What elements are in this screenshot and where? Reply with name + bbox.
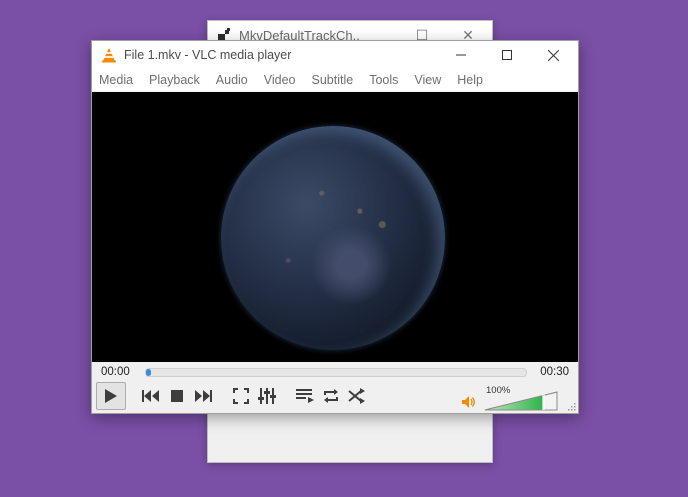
- loop-icon: [324, 389, 338, 403]
- close-button[interactable]: [530, 41, 576, 69]
- speaker-icon[interactable]: [462, 396, 476, 408]
- volume-knob[interactable]: [542, 394, 545, 410]
- vlc-window: File 1.mkv - VLC media player Media Play…: [91, 40, 579, 414]
- vlc-cone-icon: [102, 48, 116, 63]
- menu-playback[interactable]: Playback: [149, 73, 200, 87]
- next-icon: [195, 390, 212, 402]
- fullscreen-icon: [233, 388, 249, 404]
- video-area[interactable]: [92, 92, 578, 362]
- elapsed-time: 00:00: [101, 366, 130, 378]
- time-bar: 00:00 00:30: [92, 362, 578, 382]
- playlist-button[interactable]: [293, 384, 317, 408]
- next-button[interactable]: [191, 384, 215, 408]
- extended-settings-button[interactable]: [255, 384, 279, 408]
- maximize-button[interactable]: [484, 41, 530, 69]
- seek-slider-fill: [146, 369, 151, 376]
- loop-button[interactable]: [319, 384, 343, 408]
- titlebar[interactable]: File 1.mkv - VLC media player: [92, 41, 578, 69]
- minimize-icon: [456, 54, 466, 56]
- previous-button[interactable]: [139, 384, 163, 408]
- menu-audio[interactable]: Audio: [216, 73, 248, 87]
- volume-level-fill: [485, 392, 543, 410]
- play-button[interactable]: [96, 382, 126, 410]
- previous-icon: [142, 390, 159, 402]
- menu-subtitle[interactable]: Subtitle: [312, 73, 354, 87]
- seek-slider[interactable]: [145, 368, 527, 377]
- volume-control: 100%: [462, 385, 562, 412]
- control-bar: 100%: [92, 382, 578, 413]
- play-icon: [105, 389, 117, 403]
- menu-media[interactable]: Media: [99, 73, 133, 87]
- menu-bar: Media Playback Audio Video Subtitle Tool…: [92, 69, 578, 91]
- total-time[interactable]: 00:30: [540, 366, 569, 378]
- equalizer-sliders-icon: [258, 388, 276, 404]
- menu-view[interactable]: View: [414, 73, 441, 87]
- fullscreen-button[interactable]: [229, 384, 253, 408]
- shuffle-icon: [348, 388, 365, 404]
- menu-tools[interactable]: Tools: [369, 73, 398, 87]
- maximize-icon: [502, 50, 512, 60]
- video-frame-earth: [221, 126, 445, 350]
- close-icon: [547, 49, 559, 61]
- minimize-button[interactable]: [438, 41, 484, 69]
- window-title: File 1.mkv - VLC media player: [124, 48, 292, 62]
- shuffle-button[interactable]: [345, 384, 369, 408]
- volume-slider[interactable]: [484, 390, 560, 412]
- stop-button[interactable]: [165, 384, 189, 408]
- stop-icon: [171, 390, 183, 402]
- resize-grip-icon[interactable]: [568, 403, 576, 411]
- playlist-icon: [296, 389, 314, 403]
- menu-video[interactable]: Video: [264, 73, 296, 87]
- menu-help[interactable]: Help: [457, 73, 483, 87]
